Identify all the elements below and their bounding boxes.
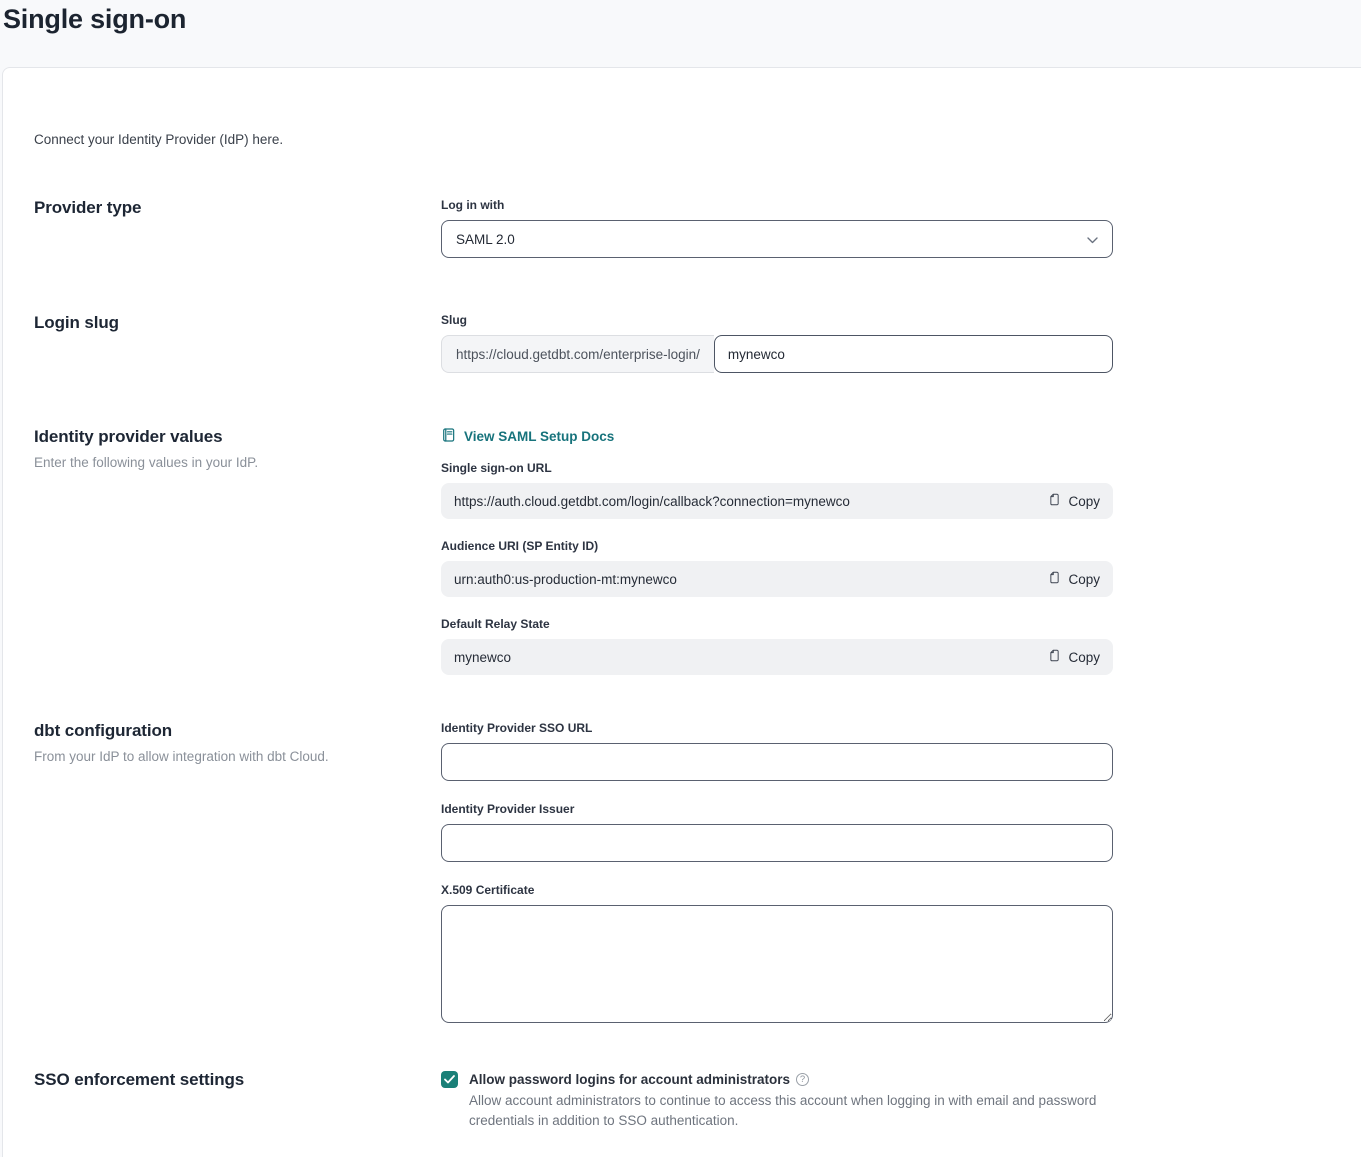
copy-button-label: Copy	[1068, 494, 1100, 509]
dbt-config-heading: dbt configuration	[34, 721, 411, 741]
slug-label: Slug	[441, 313, 1113, 328]
login-slug-heading: Login slug	[34, 313, 411, 333]
audience-uri-label: Audience URI (SP Entity ID)	[441, 539, 1113, 554]
sso-url-label: Single sign-on URL	[441, 461, 1113, 476]
document-icon	[441, 427, 456, 446]
idp-values-subheading: Enter the following values in your IdP.	[34, 454, 411, 472]
sso-url-field: https://auth.cloud.getdbt.com/login/call…	[441, 483, 1113, 519]
provider-type-row: Provider type Log in with SAML 2.0	[34, 198, 1361, 258]
relay-state-field: mynewco Copy	[441, 639, 1113, 675]
sso-enforcement-row: SSO enforcement settings Allow password …	[34, 1070, 1361, 1131]
copy-icon	[1048, 570, 1061, 588]
view-saml-docs-label: View SAML Setup Docs	[464, 429, 614, 444]
dbt-config-subheading: From your IdP to allow integration with …	[34, 748, 411, 766]
sso-url-copy-button[interactable]: Copy	[1048, 492, 1100, 510]
idp-sso-url-input[interactable]	[441, 743, 1113, 781]
relay-state-label: Default Relay State	[441, 617, 1113, 632]
intro-text: Connect your Identity Provider (IdP) her…	[34, 132, 1361, 147]
sso-enforcement-heading: SSO enforcement settings	[34, 1070, 411, 1090]
copy-icon	[1048, 648, 1061, 666]
relay-state-value: mynewco	[454, 650, 511, 665]
x509-certificate-textarea[interactable]	[441, 905, 1113, 1023]
sso-url-value: https://auth.cloud.getdbt.com/login/call…	[454, 494, 850, 509]
copy-button-label: Copy	[1068, 650, 1100, 665]
login-slug-row: Login slug Slug https://cloud.getdbt.com…	[34, 313, 1361, 373]
slug-input-group: https://cloud.getdbt.com/enterprise-logi…	[441, 335, 1113, 373]
allow-password-logins-label-row: Allow password logins for account admini…	[469, 1070, 809, 1089]
page-title: Single sign-on	[3, 4, 1361, 35]
idp-issuer-label: Identity Provider Issuer	[441, 802, 1113, 817]
checkmark-icon	[444, 1071, 455, 1089]
login-with-select[interactable]: SAML 2.0	[441, 220, 1113, 258]
copy-icon	[1048, 492, 1061, 510]
audience-uri-copy-button[interactable]: Copy	[1048, 570, 1100, 588]
login-with-label: Log in with	[441, 198, 1113, 213]
settings-card: Connect your Identity Provider (IdP) her…	[2, 67, 1361, 1157]
x509-certificate-label: X.509 Certificate	[441, 883, 1113, 898]
copy-button-label: Copy	[1068, 572, 1100, 587]
dbt-config-row: dbt configuration From your IdP to allow…	[34, 721, 1361, 1028]
slug-url-prefix: https://cloud.getdbt.com/enterprise-logi…	[441, 335, 714, 373]
slug-input[interactable]	[714, 335, 1113, 373]
page-header: Single sign-on	[0, 0, 1361, 67]
allow-password-logins-option: Allow password logins for account admini…	[441, 1070, 1113, 1131]
allow-password-logins-label: Allow password logins for account admini…	[469, 1070, 790, 1089]
login-with-selected-value: SAML 2.0	[456, 232, 515, 247]
allow-password-logins-description: Allow account administrators to continue…	[469, 1091, 1099, 1131]
help-icon[interactable]: ?	[796, 1073, 809, 1086]
idp-values-heading: Identity provider values	[34, 427, 411, 447]
idp-sso-url-label: Identity Provider SSO URL	[441, 721, 1113, 736]
idp-values-row: Identity provider values Enter the follo…	[34, 427, 1361, 675]
provider-type-heading: Provider type	[34, 198, 411, 218]
allow-password-logins-checkbox[interactable]	[441, 1071, 458, 1088]
chevron-down-icon	[1087, 232, 1098, 247]
audience-uri-value: urn:auth0:us-production-mt:mynewco	[454, 572, 677, 587]
relay-state-copy-button[interactable]: Copy	[1048, 648, 1100, 666]
idp-issuer-input[interactable]	[441, 824, 1113, 862]
audience-uri-field: urn:auth0:us-production-mt:mynewco Copy	[441, 561, 1113, 597]
view-saml-docs-link[interactable]: View SAML Setup Docs	[441, 427, 614, 446]
